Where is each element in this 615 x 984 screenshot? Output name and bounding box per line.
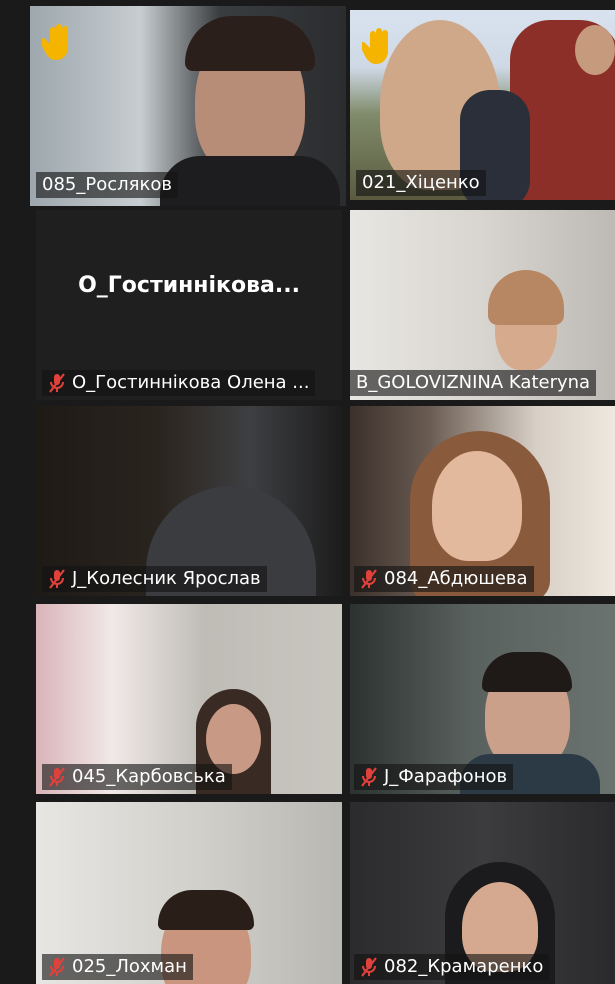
mic-muted-icon [361,767,377,787]
raised-hand-icon [362,28,388,64]
mic-muted-icon [49,373,65,393]
participant-name-tag: 084_Абдюшева [354,566,534,592]
participant-name-tag: 082_Крамаренко [354,954,550,980]
mic-muted-icon [361,569,377,589]
participant-name-tag: J_Колесник Ярослав [42,566,267,592]
video-feed [432,451,522,561]
participant-name-tag: 045_Карбовська [42,764,232,790]
participant-name-tag: О_Гостиннікова Олена ... [42,370,316,396]
participant-name: 084_Абдюшева [384,568,528,589]
participant-name: О_Гостиннікова Олена ... [72,372,310,393]
video-feed [482,652,572,692]
participant-center-name: О_Гостиннікова... [78,272,300,298]
raised-hand-icon [42,24,68,60]
participant-tile[interactable]: B_GOLOVIZNINA Kateryna [350,210,615,400]
participant-tile[interactable]: J_Колесник Ярослав [36,406,342,596]
participant-tile[interactable]: 084_Абдюшева [350,406,615,596]
participant-name: J_Фарафонов [384,766,508,787]
participant-tile[interactable]: 082_Крамаренко [350,802,615,984]
participant-name: B_GOLOVIZNINA Kateryna [356,372,591,393]
participant-name-tag: 025_Лохман [42,954,193,980]
mic-muted-icon [49,569,65,589]
participant-name: 085_Росляков [42,174,172,195]
mic-muted-icon [361,957,377,977]
participant-gallery: 085_Росляков 021_Хіценко О_Гостиннікова.… [0,0,615,984]
participant-name-tag: 021_Хіценко [356,170,486,196]
participant-tile[interactable]: О_Гостиннікова... О_Гостиннікова Олена .… [36,210,342,400]
participant-name: 025_Лохман [72,956,187,977]
participant-tile[interactable]: 021_Хіценко [350,10,615,200]
participant-name: 021_Хіценко [362,172,480,193]
video-feed [185,16,315,71]
participant-name-tag: B_GOLOVIZNINA Kateryna [350,370,597,396]
participant-tile[interactable]: 085_Росляков [30,6,346,206]
video-feed [575,25,615,75]
participant-tile[interactable]: J_Фарафонов [350,604,615,794]
participant-tile[interactable]: 045_Карбовська [36,604,342,794]
participant-tile[interactable]: 025_Лохман [36,802,342,984]
video-feed [158,890,254,930]
participant-name: 045_Карбовська [72,766,226,787]
participant-name-tag: J_Фарафонов [354,764,514,790]
participant-name: 082_Крамаренко [384,956,544,977]
video-feed [160,156,340,206]
participant-name-tag: 085_Росляков [36,172,178,198]
mic-muted-icon [49,957,65,977]
participant-name: J_Колесник Ярослав [72,568,261,589]
mic-muted-icon [49,767,65,787]
